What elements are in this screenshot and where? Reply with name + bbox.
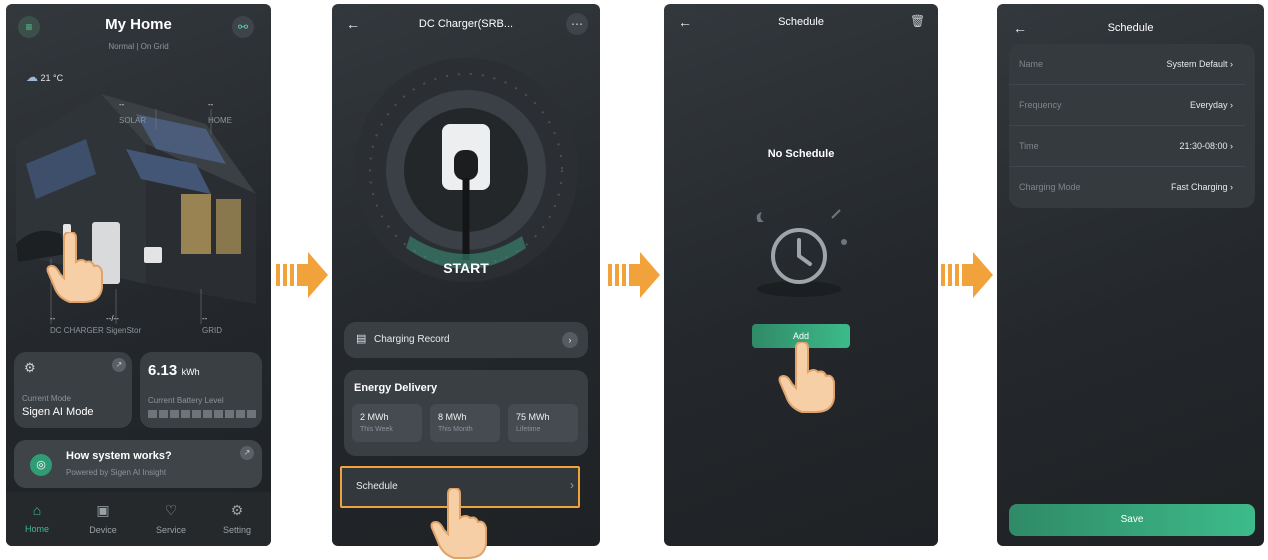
stat-label: This Week (360, 426, 393, 433)
chevron-right-icon: › (562, 332, 578, 348)
arrow-icon: ↗ (240, 446, 254, 460)
tap-hand-icon (46, 232, 103, 303)
stat-month: 8 MWh This Month (430, 404, 500, 442)
stat-value: 2 MWh (360, 412, 389, 422)
share-icon[interactable]: ⚯ (232, 16, 254, 38)
row-key: Name (1019, 59, 1044, 69)
more-icon[interactable]: ⋯ (566, 13, 588, 35)
row-key: Charging Mode (1019, 182, 1081, 192)
gear-icon: ⚙ (24, 360, 36, 375)
battery-caption: Current Battery Level (148, 396, 224, 405)
nav-setting[interactable]: ⚙ Setting (212, 502, 262, 535)
schedule-edit-screen: ← Schedule Name System Default › Frequenc… (997, 4, 1264, 546)
dc-charger-value: -- (50, 314, 56, 323)
mode-value: Sigen AI Mode (22, 406, 94, 418)
nav-device[interactable]: ▣ Device (78, 502, 128, 535)
chevron-right-icon: › (570, 478, 574, 492)
stat-week: 2 MWh This Week (352, 404, 422, 442)
row-value: Fast Charging › (1171, 182, 1245, 192)
home-screen: ≡ My Home Normal | On Grid ⚯ ☁ 21 °C -- … (6, 4, 271, 546)
start-button[interactable]: START (332, 260, 600, 276)
weather: ☁ 21 °C (26, 70, 63, 84)
energy-title: Energy Delivery (354, 382, 438, 394)
step-arrow-icon (608, 252, 660, 298)
promo-subtitle: Powered by Sigen AI Insight (66, 468, 167, 477)
charger-dial (354, 58, 578, 282)
sigenstor-value: --/-- (106, 314, 119, 323)
chevron-right-icon: › (1230, 100, 1233, 110)
name-row[interactable]: Name System Default › (1009, 44, 1245, 85)
time-row[interactable]: Time 21:30-08:00 › (1009, 126, 1245, 167)
nav-label: Setting (222, 525, 252, 535)
tap-hand-icon (778, 342, 835, 413)
row-key: Frequency (1019, 100, 1062, 110)
home-label: HOME (208, 116, 232, 125)
mode-card[interactable]: ⚙ ↗ Current Mode Sigen AI Mode (14, 352, 132, 428)
page-title: Schedule (1107, 22, 1154, 34)
row-value-text: 21:30-08:00 (1179, 141, 1228, 151)
schedule-label: Schedule (356, 481, 398, 492)
temperature: 21 °C (40, 73, 64, 83)
mode-caption: Current Mode (22, 394, 71, 403)
battery-level-bar (148, 410, 256, 418)
nav-label: Home (24, 524, 49, 534)
nav-label: Device (89, 525, 117, 535)
promo-title: How system works? (66, 450, 172, 462)
row-value-text: Everyday (1189, 100, 1228, 110)
chevron-right-icon: › (1230, 182, 1233, 192)
nav-service[interactable]: ♡ Service (146, 502, 196, 535)
grid-value: -- (202, 314, 208, 323)
row-value: Everyday › (1190, 100, 1245, 110)
battery-card[interactable]: 6.13 kWh Current Battery Level (140, 352, 262, 428)
battery-value: 6.13 (148, 362, 178, 379)
ai-insight-icon: ◎ (30, 454, 52, 476)
charger-screen: ← DC Charger(SRB... ⋯ START ▤ Charging R… (332, 4, 600, 546)
nav-label: Service (155, 525, 186, 535)
battery-reading: 6.13 kWh (148, 362, 200, 380)
row-key: Time (1019, 141, 1039, 151)
trash-icon[interactable]: 🗑 (910, 14, 925, 28)
grid-label: GRID (202, 326, 222, 335)
clock-icon (756, 209, 847, 297)
heart-icon: ♡ (164, 502, 178, 518)
device-icon: ▣ (96, 502, 110, 518)
settings-icon: ⚙ (230, 502, 244, 518)
step-arrow-icon (276, 252, 328, 298)
sigenstor-label: SigenStor (106, 326, 142, 335)
solar-label: SOLAR (119, 116, 147, 125)
home-value: -- (208, 100, 214, 109)
system-status: Normal | On Grid (108, 42, 169, 51)
page-title: Schedule (778, 16, 824, 28)
charging-mode-row[interactable]: Charging Mode Fast Charging › (1009, 167, 1245, 207)
row-value: 21:30-08:00 › (1179, 141, 1245, 151)
nav-home[interactable]: ⌂ Home (12, 502, 62, 534)
step-arrow-icon (941, 252, 993, 298)
empty-message: No Schedule (767, 148, 835, 160)
charging-record-label: Charging Record (374, 334, 450, 345)
battery-unit: kWh (181, 367, 200, 377)
row-value: System Default › (1166, 59, 1245, 69)
record-icon: ▤ (356, 333, 367, 345)
charging-record-row[interactable]: ▤ Charging Record › (344, 322, 588, 358)
stat-value: 75 MWh (516, 412, 550, 422)
stat-label: This Month (438, 426, 473, 433)
tap-hand-icon (430, 488, 487, 559)
save-button[interactable]: Save (1009, 504, 1255, 536)
page-title: DC Charger(SRB... (418, 18, 514, 30)
arrow-icon: ↗ (112, 358, 126, 372)
row-value-text: Fast Charging (1170, 182, 1228, 192)
stat-label: Lifetime (516, 426, 541, 433)
how-system-works-card[interactable]: ◎ How system works? Powered by Sigen AI … (14, 440, 262, 488)
schedule-empty-screen: ← Schedule 🗑 No Schedule Add (664, 4, 938, 546)
cloud-rain-icon: ☁ (26, 70, 38, 84)
chevron-right-icon: › (1230, 59, 1233, 69)
frequency-row[interactable]: Frequency Everyday › (1009, 85, 1245, 126)
stat-value: 8 MWh (438, 412, 467, 422)
home-icon: ⌂ (32, 502, 42, 518)
solar-value: -- (119, 100, 125, 109)
chevron-right-icon: › (1230, 141, 1233, 151)
stat-lifetime: 75 MWh Lifetime (508, 404, 578, 442)
dc-charger-label: DC CHARGER (50, 326, 104, 335)
row-value-text: System Default (1166, 59, 1228, 69)
